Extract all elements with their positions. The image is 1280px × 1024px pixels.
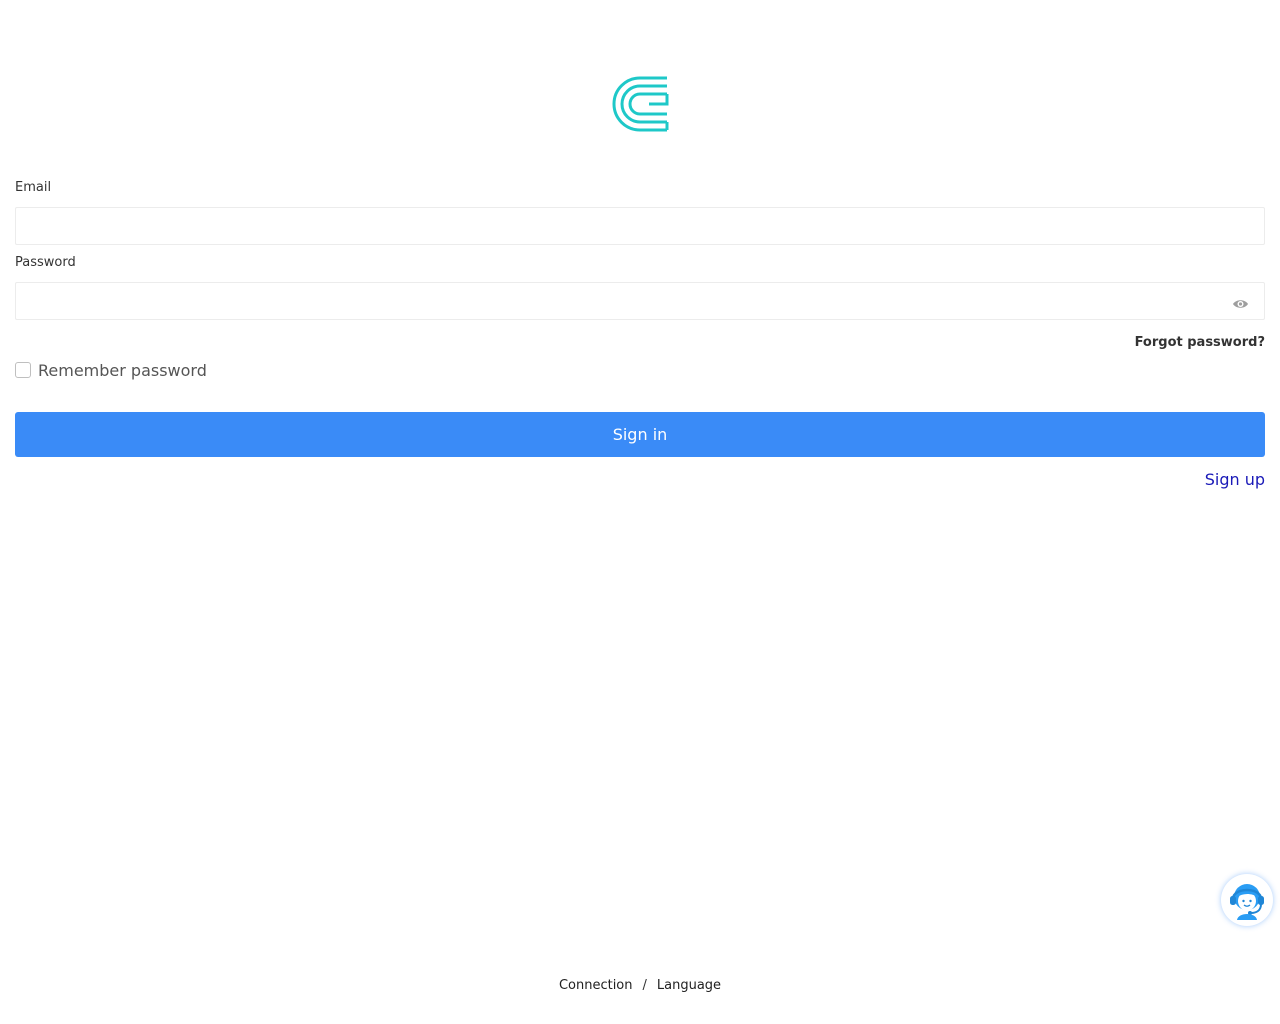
footer-separator: /: [642, 978, 647, 993]
support-chat-button[interactable]: [1221, 874, 1273, 926]
customer-support-icon: [1230, 884, 1264, 920]
email-label: Email: [15, 180, 52, 195]
language-link[interactable]: Language: [657, 978, 721, 993]
brand-logo: [611, 75, 669, 135]
email-field[interactable]: [15, 207, 1265, 245]
forgot-password-link[interactable]: Forgot password?: [1135, 335, 1265, 350]
login-page: Email Password Forgot password? Remember…: [0, 0, 1280, 1024]
password-label: Password: [15, 255, 76, 270]
eye-icon[interactable]: [1232, 295, 1249, 308]
footer: Connection / Language: [0, 978, 1280, 993]
sign-up-link[interactable]: Sign up: [1205, 470, 1265, 489]
connection-link[interactable]: Connection: [559, 978, 633, 993]
checkbox-box[interactable]: [15, 362, 31, 378]
password-field[interactable]: [15, 282, 1265, 320]
sign-in-button[interactable]: Sign in: [15, 412, 1265, 457]
remember-password-label: Remember password: [38, 360, 207, 380]
remember-password-checkbox[interactable]: Remember password: [15, 360, 207, 380]
